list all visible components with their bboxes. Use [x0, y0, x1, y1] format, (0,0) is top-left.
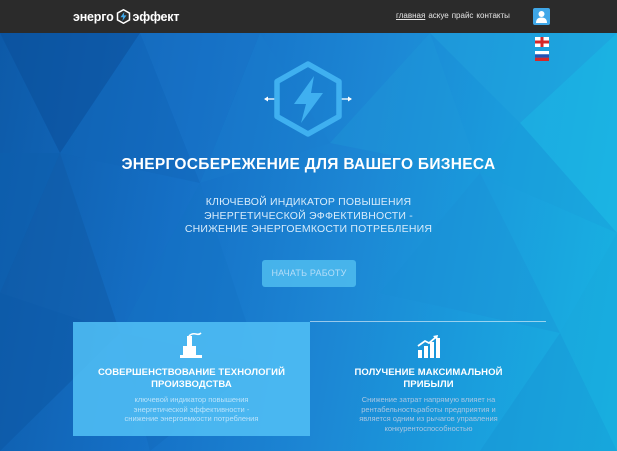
flag-england-icon[interactable]: [535, 37, 549, 47]
factory-icon: [180, 332, 202, 358]
growth-chart-icon: [417, 335, 440, 358]
feature-desc-line: снижение энергоемкости потребления: [124, 414, 259, 423]
lightning-hexagon-icon: [116, 9, 130, 24]
feature-description: ключевой индикатор повышения энергетичес…: [73, 395, 310, 424]
feature-card-technology[interactable]: СОВЕРШЕНСТВОВАНИЕ ТЕХНОЛОГИЙ ПРОИЗВОДСТВ…: [73, 322, 310, 436]
feature-description: Снижение затрат напрямую влияет на рента…: [310, 395, 547, 433]
feature-title-line: ПОЛУЧЕНИЕ МАКСИМАЛЬНОЙ: [354, 367, 503, 378]
feature-title: ПОЛУЧЕНИЕ МАКСИМАЛЬНОЙ ПРИБЫЛИ: [310, 367, 547, 391]
subtitle-line: КЛЮЧЕВОЙ ИНДИКАТОР ПОВЫШЕНИЯ: [205, 196, 412, 208]
feature-desc-line: Снижение затрат напрямую влияет на: [361, 395, 496, 404]
lightning-hexagon-icon: [264, 61, 352, 137]
feature-title-line: ПРОИЗВОДСТВА: [151, 379, 232, 390]
language-switcher: [535, 37, 549, 65]
top-navigation-bar: энерго эффект главная аскуе прайс контак…: [0, 0, 617, 33]
start-work-button[interactable]: НАЧАТЬ РАБОТУ: [262, 260, 356, 287]
feature-desc-line: энергетической эффективности -: [133, 404, 250, 414]
feature-title-line: ПРИБЫЛИ: [403, 379, 454, 390]
feature-desc-line: рентабельностьработы предприятия и: [361, 404, 496, 414]
feature-desc-line: ключевой индикатор повышения: [134, 395, 249, 404]
user-icon: [536, 11, 547, 23]
nav-item-home[interactable]: главная: [396, 11, 425, 21]
nav-item-contacts[interactable]: контакты: [476, 11, 509, 21]
hero-headline: ЭНЕРГОСБЕРЕЖЕНИЕ ДЛЯ ВАШЕГО БИЗНЕСА: [121, 156, 496, 173]
subtitle-line: ЭНЕРГЕТИЧЕСКОЙ ЭФФЕКТИВНОСТИ -: [204, 209, 413, 222]
logo-text-left: энерго: [73, 9, 114, 24]
nav-item-price[interactable]: прайс: [452, 11, 474, 21]
logo-text-right: эффект: [132, 9, 180, 24]
user-account-button[interactable]: [533, 8, 550, 25]
main-nav: главная аскуе прайс контакты: [396, 11, 510, 21]
feature-title-line: СОВЕРШЕНСТВОВАНИЕ ТЕХНОЛОГИЙ: [97, 367, 286, 378]
feature-desc-line: конкурентоспособностью: [384, 423, 473, 433]
feature-desc-line: является одним из рычагов управления: [359, 414, 498, 423]
feature-title: СОВЕРШЕНСТВОВАНИЕ ТЕХНОЛОГИЙ ПРОИЗВОДСТВ…: [73, 367, 310, 391]
flag-russia-icon[interactable]: [535, 51, 549, 61]
hero-subtitle: КЛЮЧЕВОЙ ИНДИКАТОР ПОВЫШЕНИЯ ЭНЕРГЕТИЧЕС…: [0, 196, 617, 237]
nav-item-askue[interactable]: аскуе: [428, 11, 448, 21]
site-logo[interactable]: энерго эффект: [73, 8, 179, 25]
feature-card-profit[interactable]: ПОЛУЧЕНИЕ МАКСИМАЛЬНОЙ ПРИБЫЛИ Снижение …: [310, 322, 547, 436]
subtitle-line: СНИЖЕНИЕ ЭНЕРГОЕМКОСТИ ПОТРЕБЛЕНИЯ: [184, 223, 433, 235]
